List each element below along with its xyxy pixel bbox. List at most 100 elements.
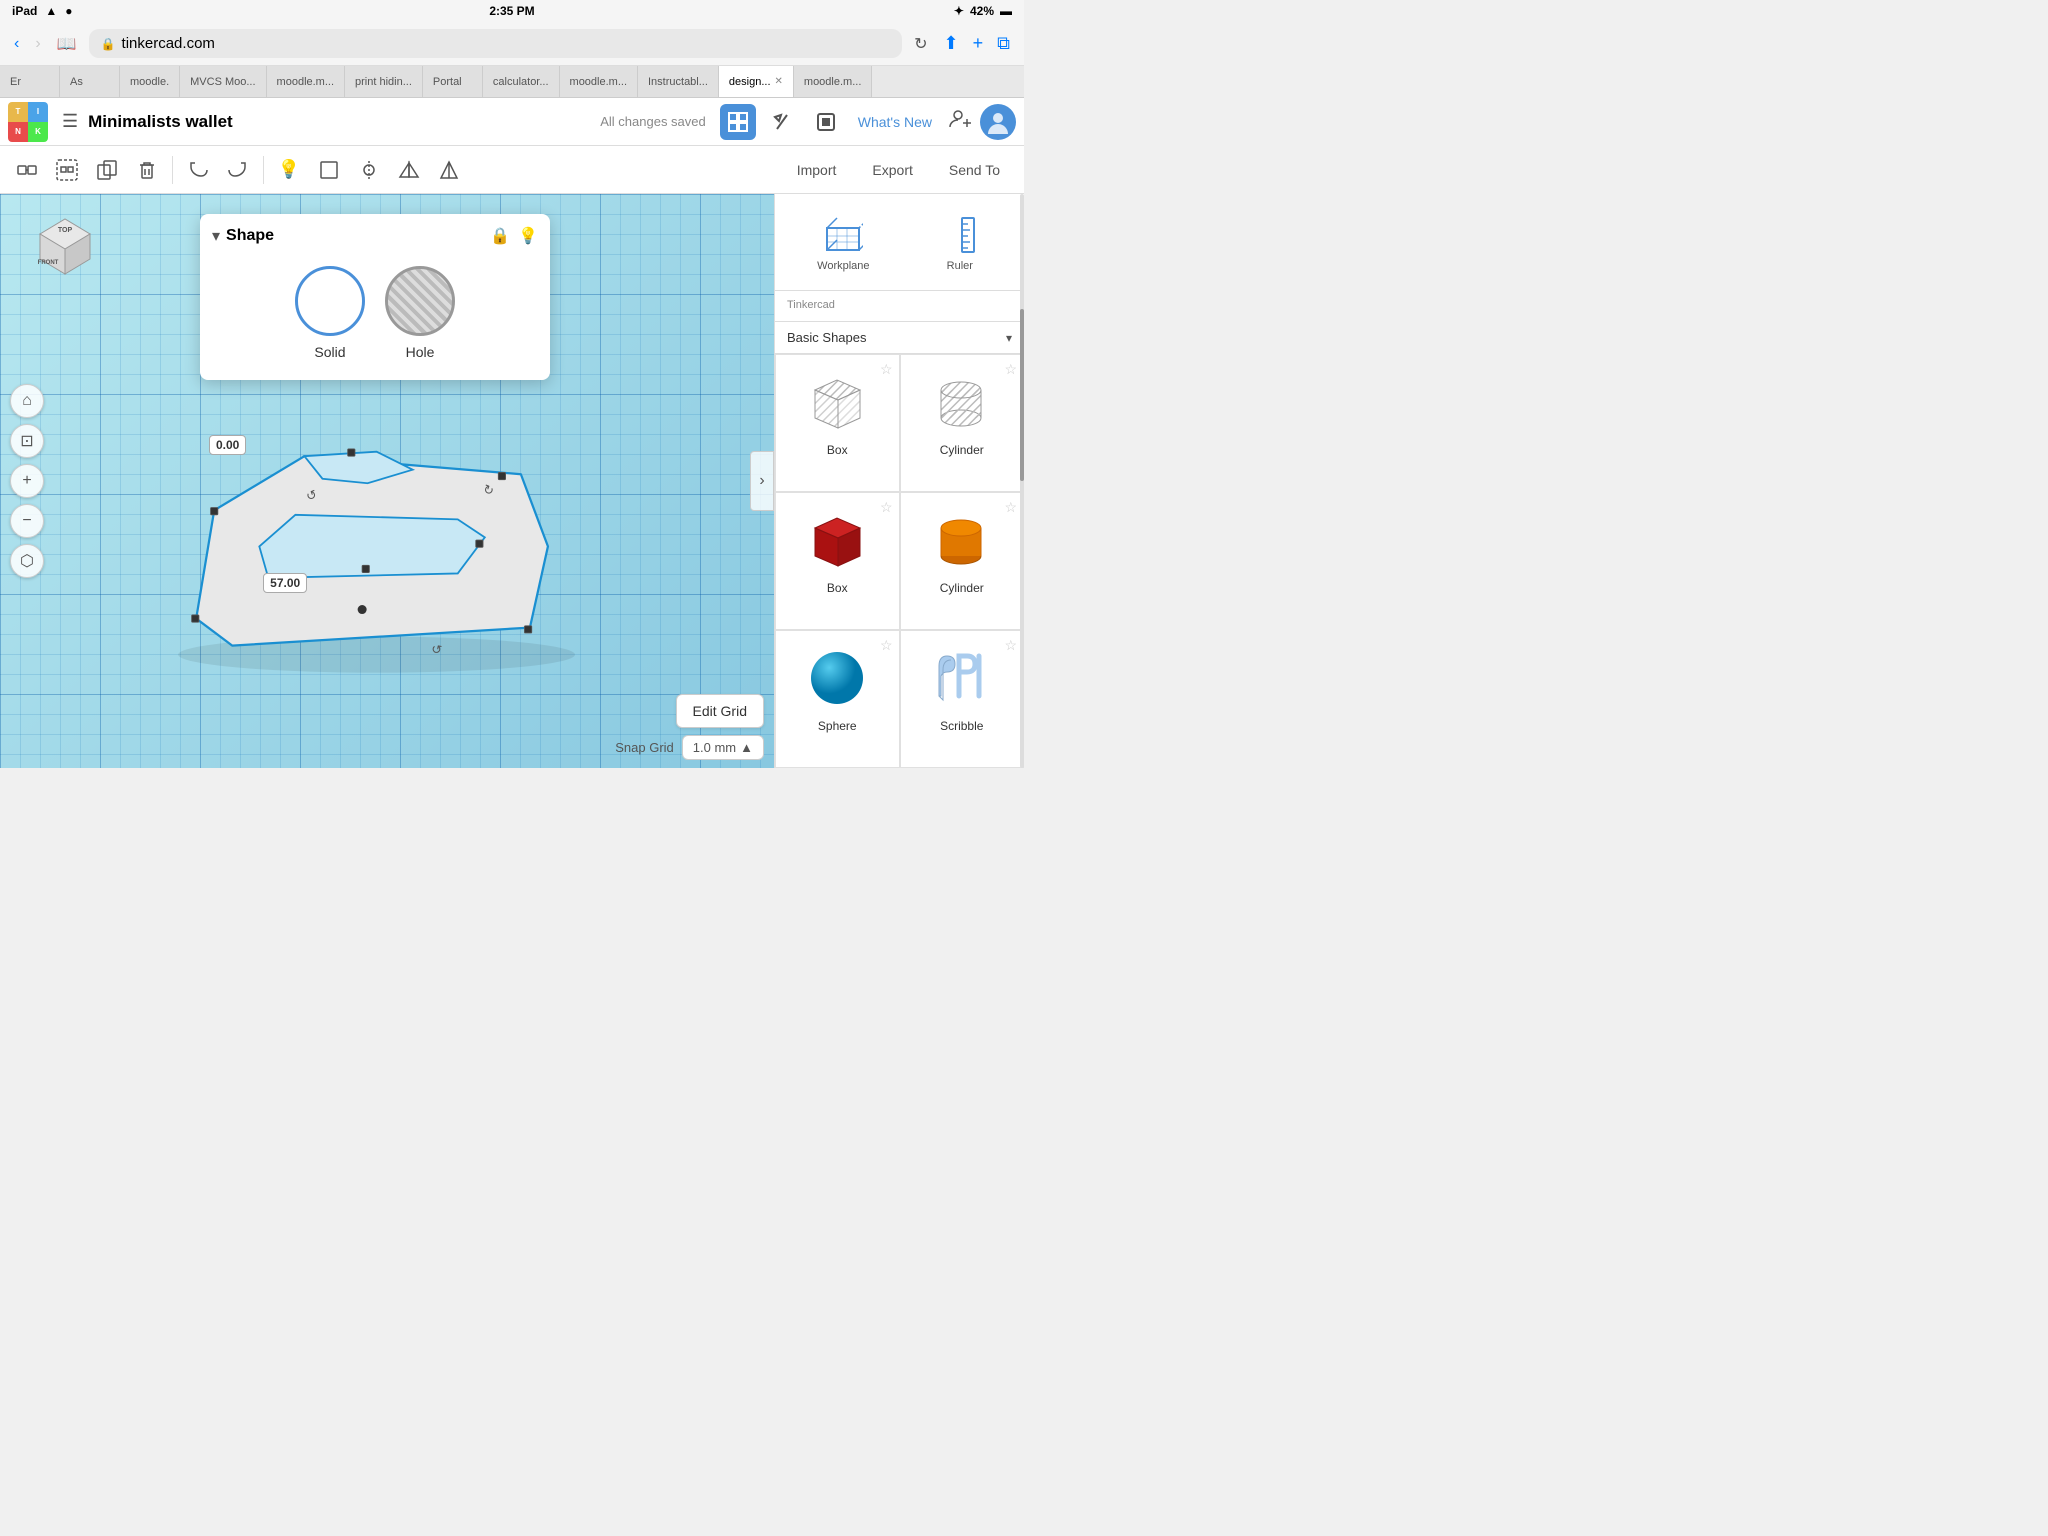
panel-lock-icon[interactable]: 🔒	[490, 226, 510, 246]
star-icon[interactable]: ☆	[880, 637, 893, 654]
align-button[interactable]	[310, 151, 348, 189]
shape-item-sphere-blue[interactable]: ☆ Sphere	[775, 630, 900, 768]
shapes-grid: ☆	[775, 354, 1024, 768]
ruler-tool[interactable]: Ruler	[932, 206, 988, 278]
shape-name-box-grey: Box	[827, 443, 848, 457]
shape-name-sphere: Sphere	[818, 719, 857, 733]
panel-title: Shape	[226, 227, 490, 245]
panel-bulb-icon[interactable]: 💡	[518, 226, 538, 246]
whats-new-button[interactable]: What's New	[850, 110, 940, 134]
redo-button[interactable]	[219, 151, 257, 189]
address-bar[interactable]: 🔒 tinkercad.com	[89, 29, 903, 58]
sym-button[interactable]	[430, 151, 468, 189]
project-title: Minimalists wallet	[88, 112, 596, 132]
category-dropdown-icon[interactable]: ▾	[1006, 331, 1012, 345]
zoom-in-button[interactable]: +	[10, 464, 44, 498]
shape-3d-scribble	[927, 643, 997, 713]
measure-label-zero: 0.00	[209, 435, 246, 455]
navigation-cube[interactable]: TOP FRONT	[20, 204, 100, 284]
import-button[interactable]: Import	[781, 154, 853, 186]
separator-1	[172, 156, 173, 184]
canvas[interactable]: TOP FRONT ⌂ ⊡ + − ⬡	[0, 194, 774, 768]
tab-print[interactable]: print hidin...	[345, 66, 423, 98]
shape-name-cylinder-orange: Cylinder	[940, 581, 984, 595]
canvas-chevron-button[interactable]: ›	[750, 451, 774, 511]
ungroup-button[interactable]	[48, 151, 86, 189]
pickaxe-view-button[interactable]	[764, 104, 800, 140]
tinkercad-logo[interactable]: T I N K	[8, 102, 48, 142]
panel-collapse-button[interactable]: ▾	[212, 226, 220, 246]
reload-button[interactable]: ↻	[910, 30, 931, 58]
tab-moodle3[interactable]: moodle.m...	[560, 66, 638, 98]
logo-t: T	[8, 102, 28, 122]
tab-calculator[interactable]: calculator...	[483, 66, 560, 98]
wallet-shape[interactable]: ↺ ↻ ↺	[116, 366, 619, 682]
tab-mvcs[interactable]: MVCS Moo...	[180, 66, 266, 98]
edit-grid-button[interactable]: Edit Grid	[676, 694, 764, 728]
bookmarks-button[interactable]: 📖	[53, 30, 81, 58]
back-button[interactable]: ‹	[10, 31, 23, 57]
shape-3d-cylinder-orange	[927, 505, 997, 575]
solid-option[interactable]: Solid	[295, 266, 365, 360]
share-button[interactable]: ⬆	[940, 29, 963, 58]
signal-icon: ●	[65, 4, 72, 18]
shape-item-box-red[interactable]: ☆ Box	[775, 492, 900, 630]
add-user-button[interactable]	[944, 103, 976, 141]
snap-value-text: 1.0 mm	[693, 740, 736, 755]
snap-value-display[interactable]: 1.0 mm ▲	[682, 735, 764, 760]
delete-button[interactable]	[128, 151, 166, 189]
shape-item-cylinder-grey[interactable]: ☆ Cylinder	[900, 354, 1025, 492]
star-icon[interactable]: ☆	[1004, 637, 1017, 654]
perspective-button[interactable]: ⬡	[10, 544, 44, 578]
shape-item-box-grey[interactable]: ☆	[775, 354, 900, 492]
right-actions: Import Export Send To	[781, 154, 1016, 186]
group-button[interactable]	[8, 151, 46, 189]
tab-er[interactable]: Er	[0, 66, 60, 98]
shape-item-cylinder-orange[interactable]: ☆ Cylinder	[900, 492, 1025, 630]
flip-button[interactable]	[390, 151, 428, 189]
tab-instructables[interactable]: Instructabl...	[638, 66, 719, 98]
ruler-label: Ruler	[947, 260, 973, 272]
send-to-button[interactable]: Send To	[933, 154, 1016, 186]
tab-moodle1[interactable]: moodle.	[120, 66, 180, 98]
mirror-button[interactable]	[350, 151, 388, 189]
tinkercad-label: Tinkercad	[787, 299, 835, 311]
tab-switcher-button[interactable]: ⧉	[993, 29, 1014, 58]
user-avatar[interactable]	[980, 104, 1016, 140]
lock-icon: 🔒	[101, 37, 116, 51]
hamburger-menu-button[interactable]: ☰	[56, 107, 84, 136]
light-button[interactable]: 💡	[270, 151, 308, 189]
star-icon[interactable]: ☆	[880, 499, 893, 516]
shape-3d-box-grey	[802, 367, 872, 437]
star-icon[interactable]: ☆	[1004, 499, 1017, 516]
fit-button[interactable]: ⊡	[10, 424, 44, 458]
new-tab-button[interactable]: +	[969, 29, 988, 58]
export-button[interactable]: Export	[856, 154, 928, 186]
scrollbar-thumb[interactable]	[1020, 309, 1024, 481]
zoom-out-button[interactable]: −	[10, 504, 44, 538]
duplicate-button[interactable]	[88, 151, 126, 189]
forward-button[interactable]: ›	[31, 31, 44, 57]
workplane-tool[interactable]: Workplane	[811, 206, 875, 278]
3d-view-button[interactable]	[720, 104, 756, 140]
tab-design[interactable]: design... ✕	[719, 66, 794, 98]
shape-3d-box-red	[802, 505, 872, 575]
tab-moodle2[interactable]: moodle.m...	[267, 66, 345, 98]
star-icon[interactable]: ☆	[1004, 361, 1017, 378]
undo-button[interactable]	[179, 151, 217, 189]
hole-circle	[385, 266, 455, 336]
shapes-dropdown-header[interactable]: Basic Shapes ▾	[775, 322, 1024, 354]
home-button[interactable]: ⌂	[10, 384, 44, 418]
tab-portal[interactable]: Portal	[423, 66, 483, 98]
tab-as[interactable]: As	[60, 66, 120, 98]
tab-moodle4[interactable]: moodle.m...	[794, 66, 872, 98]
ipad-label: iPad	[12, 4, 37, 18]
shape-item-scribble[interactable]: ☆ Scribble	[900, 630, 1025, 768]
tab-close-icon[interactable]: ✕	[775, 76, 783, 87]
sim-view-button[interactable]	[808, 104, 844, 140]
star-icon[interactable]: ☆	[880, 361, 893, 378]
measure-label-57: 57.00	[263, 573, 307, 593]
solid-label: Solid	[314, 344, 345, 360]
hole-option[interactable]: Hole	[385, 266, 455, 360]
shape-3d-sphere-blue	[802, 643, 872, 713]
